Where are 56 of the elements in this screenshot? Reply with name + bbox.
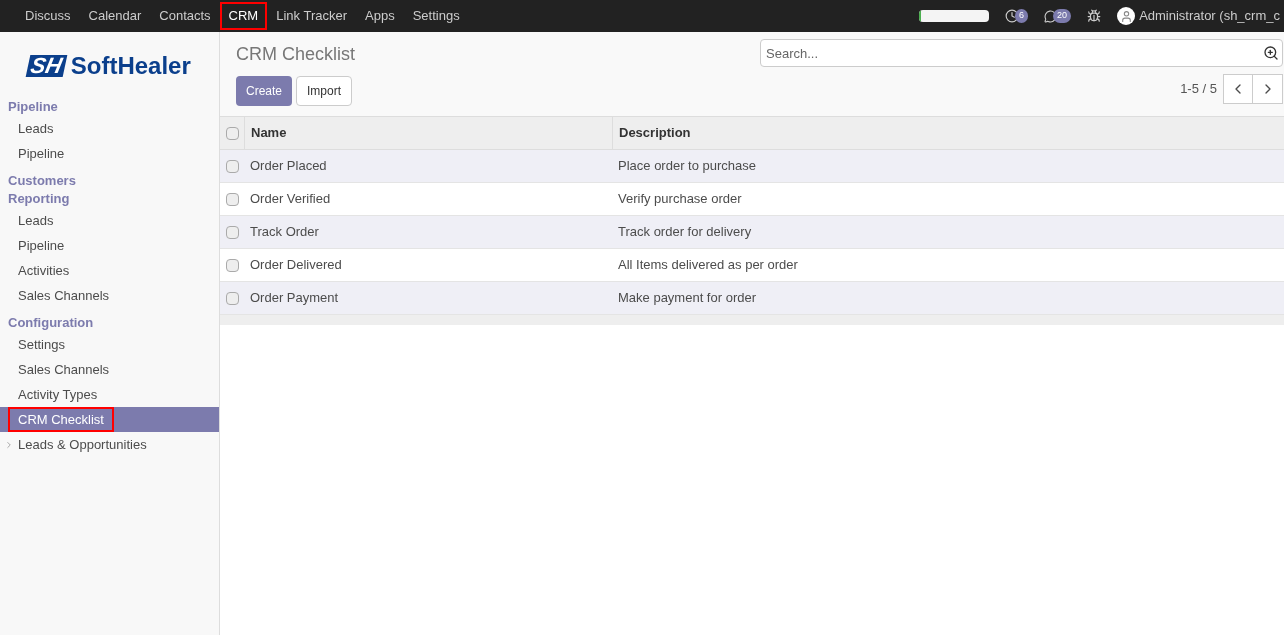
- checkbox[interactable]: [226, 159, 239, 173]
- menu-tab[interactable]: Apps: [356, 2, 404, 30]
- sidebar-item[interactable]: Pipeline: [8, 141, 75, 166]
- menu-tab[interactable]: Link Tracker: [267, 2, 356, 30]
- pager-value: 1-5 / 5: [1180, 80, 1217, 99]
- sidebar-item[interactable]: Sales Channels: [8, 283, 120, 308]
- table-cell-text: Order Verified: [249, 190, 332, 209]
- sidebar-item[interactable]: Leads & Opportunities: [18, 434, 147, 455]
- sidebar-item[interactable]: Sales Channels: [8, 357, 120, 382]
- menu-tab[interactable]: Discuss: [16, 2, 80, 30]
- create-button[interactable]: Create: [236, 76, 293, 106]
- table-cell-text: Track Order: [249, 223, 320, 242]
- sidebar-item[interactable]: Pipeline: [8, 233, 75, 258]
- sidebar-item[interactable]: Settings: [8, 332, 75, 357]
- table-cell-text: Order Delivered: [249, 256, 343, 275]
- avatar-icon: [1117, 7, 1136, 25]
- page-title: CRM Checklist: [236, 43, 356, 66]
- section-heading: Pipeline: [7, 98, 59, 116]
- logo-text: SoftHealer: [70, 51, 191, 81]
- section-heading: Configuration: [7, 314, 95, 332]
- message-count: 20: [1053, 9, 1072, 23]
- checkbox[interactable]: [226, 291, 239, 305]
- menu-tab[interactable]: CRM: [219, 2, 268, 30]
- caret-icon[interactable]: [4, 439, 14, 450]
- bug-icon[interactable]: [1087, 9, 1102, 23]
- menu-tab[interactable]: Settings: [403, 2, 469, 30]
- search-icon[interactable]: [1263, 45, 1279, 61]
- checkbox[interactable]: [226, 225, 239, 239]
- logo-mark: SH: [25, 55, 68, 77]
- column-header[interactable]: Description: [613, 117, 1284, 149]
- checkbox[interactable]: [226, 192, 239, 206]
- search-field[interactable]: Search...: [760, 39, 1283, 67]
- sidebar-item[interactable]: CRM Checklist: [8, 407, 114, 432]
- table-cell-text: Verify purchase order: [617, 190, 743, 209]
- menu-tab[interactable]: Contacts: [150, 2, 220, 30]
- menu-tab[interactable]: Calendar: [79, 2, 151, 30]
- table-cell-text: Make payment for order: [617, 289, 757, 308]
- table-cell-text: Order Placed: [249, 157, 328, 176]
- user-name[interactable]: Administrator (sh_crm_c: [1139, 6, 1280, 26]
- previous-button[interactable]: [1223, 74, 1253, 104]
- sidebar-item[interactable]: Leads: [8, 116, 64, 141]
- checkbox[interactable]: [226, 258, 239, 272]
- activity-count: 6: [1015, 9, 1029, 23]
- column-header[interactable]: Name: [245, 117, 613, 149]
- table-cell-text: Order Payment: [249, 289, 340, 308]
- section-heading: Customers: [7, 172, 77, 190]
- table-cell-text: All Items delivered as per order: [617, 256, 799, 275]
- next-button[interactable]: [1253, 74, 1283, 104]
- sidebar-item[interactable]: Leads: [8, 208, 64, 233]
- table-cell-text: Track order for delivery: [617, 223, 753, 242]
- sidebar-item[interactable]: Activities: [8, 258, 80, 283]
- import-button[interactable]: Import: [296, 76, 353, 106]
- section-heading: Reporting: [7, 190, 71, 208]
- checkbox[interactable]: [225, 126, 239, 140]
- table-cell-text: Place order to purchase: [617, 157, 758, 176]
- sidebar-item[interactable]: Activity Types: [8, 382, 108, 407]
